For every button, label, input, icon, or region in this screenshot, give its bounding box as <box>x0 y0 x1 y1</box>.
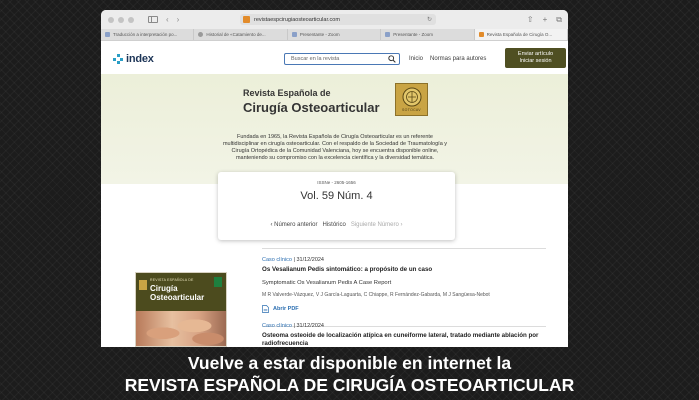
article-item: Caso clínico | 31/12/2024 Os Vesalianum … <box>262 257 552 313</box>
pdf-document-icon <box>262 305 269 313</box>
article-category[interactable]: Caso clínico <box>262 257 292 263</box>
search-input[interactable]: Buscar en la revista <box>284 53 400 65</box>
submit-article-label: Enviar artículo <box>517 51 554 57</box>
tab-favicon-icon <box>291 32 297 37</box>
caption-line2: REVISTA ESPAÑOLA DE CIRUGÍA OSTEOARTICUL… <box>124 375 575 395</box>
browser-tab[interactable]: Presentante - Zoom <box>288 29 382 40</box>
article-authors: M R Valverde-Vázquez, V J García-Laguart… <box>262 292 490 298</box>
issn-text: ISSNe - 2605-1656 <box>317 180 356 185</box>
site-favicon-icon <box>243 16 250 23</box>
cover-photo <box>136 311 226 346</box>
back-arrow-icon[interactable]: ‹ <box>166 15 169 24</box>
cover-small-title: REVISTA ESPAÑOLA DE <box>150 278 194 282</box>
nav-link-normas[interactable]: Normas para autores <box>430 56 486 62</box>
nav-link-inicio[interactable]: Inicio <box>409 56 423 62</box>
article-meta: Caso clínico | 31/12/2024 <box>262 323 552 329</box>
browser-toolbar: ‹ › revistaespcirugiaosteoarticular.com … <box>101 10 568 29</box>
history-link[interactable]: Histórico <box>322 222 345 228</box>
seal-label: SOTOCAV <box>402 108 421 112</box>
section-divider <box>262 248 546 249</box>
article-item: Caso clínico | 31/12/2024 Osteoma osteoi… <box>262 323 552 347</box>
search-placeholder: Buscar en la revista <box>291 56 340 62</box>
tab-favicon-icon <box>385 32 391 37</box>
tab-strip: Traducción a interpretación po... Histor… <box>101 29 568 41</box>
share-icon[interactable]: ⇧ <box>527 14 534 25</box>
tab-overview-icon[interactable]: ⧉ <box>556 14 562 25</box>
browser-tab-active[interactable]: Revista Española de Cirugía O... <box>474 29 568 40</box>
browser-tab[interactable]: Historial de «Catamiento de... <box>194 29 288 40</box>
tab-label: Presentante - Zoom <box>393 32 433 37</box>
minimize-window-button[interactable] <box>118 16 124 23</box>
forward-arrow-icon[interactable]: › <box>177 15 180 24</box>
tab-favicon-icon <box>198 32 204 37</box>
society-seal: SOTOCAV <box>395 83 428 116</box>
issue-card: ISSNe - 2605-1656 Vol. 59 Núm. 4 ‹ Númer… <box>218 172 455 240</box>
issue-navigation: ‹ Número anterior Histórico Siguiente Nú… <box>218 222 455 228</box>
next-issue-link: Siguiente Número › <box>350 222 403 228</box>
cover-emblem-icon <box>139 280 147 290</box>
search-icon[interactable] <box>388 55 396 63</box>
cover-title-line1: Cirugía <box>150 284 178 293</box>
tab-label: Historial de «Catamiento de... <box>206 32 266 37</box>
article-meta: Caso clínico | 31/12/2024 <box>262 257 552 263</box>
article-category[interactable]: Caso clínico <box>262 323 292 329</box>
journal-title-line2: Cirugía Osteoarticular <box>243 100 380 115</box>
submit-login-button[interactable]: Enviar artículo Iniciar sesión <box>505 48 566 68</box>
previous-issue-link[interactable]: ‹ Número anterior <box>270 222 317 228</box>
seal-emblem-icon <box>402 87 421 107</box>
tab-label: Presentante - Zoom <box>299 32 340 37</box>
address-bar[interactable]: revistaespcirugiaosteoarticular.com ↻ <box>240 14 436 25</box>
cover-badge-icon <box>214 277 222 287</box>
open-pdf-link[interactable]: Abrir PDF <box>262 305 552 313</box>
cover-header: REVISTA ESPAÑOLA DE Cirugía Osteoarticul… <box>136 273 226 311</box>
logo-mark-icon <box>113 54 123 64</box>
article-subtitle: Symptomatic Os Vesalianum Pedis A Case R… <box>262 280 392 286</box>
logo-text: index <box>126 53 154 65</box>
hero-section: Revista Española de Cirugía Osteoarticul… <box>101 74 568 184</box>
browser-tab[interactable]: Traducción a interpretación po... <box>101 29 195 40</box>
journal-title: Revista Española de Cirugía Osteoarticul… <box>243 88 380 115</box>
sidebar-toggle-icon[interactable] <box>148 16 158 23</box>
window-controls <box>108 16 134 23</box>
journal-description: Fundada en 1965, la Revista Española de … <box>222 134 448 161</box>
volume-number: Vol. 59 Núm. 4 <box>300 190 373 202</box>
caption-line1: Vuelve a estar disponible en internet la <box>187 353 512 373</box>
article-title[interactable]: Osteoma osteoide de localización atípica… <box>262 332 552 347</box>
journal-title-line1: Revista Española de <box>243 88 331 98</box>
article-title[interactable]: Os Vesalianum Pedis sintomático: a propó… <box>262 266 552 274</box>
close-window-button[interactable] <box>108 16 114 23</box>
url-text: revistaespcirugiaosteoarticular.com <box>254 16 340 23</box>
cover-title-line2: Osteoarticular <box>150 293 205 302</box>
browser-tab[interactable]: Presentante - Zoom <box>381 29 475 40</box>
tab-label: Revista Española de Cirugía O... <box>486 32 553 37</box>
issue-cover-image[interactable]: REVISTA ESPAÑOLA DE Cirugía Osteoarticul… <box>135 272 227 347</box>
article-date: 31/12/2024 <box>296 323 324 329</box>
zoom-window-button[interactable] <box>128 16 134 23</box>
tab-favicon-icon <box>478 32 484 37</box>
open-pdf-label: Abrir PDF <box>273 306 299 312</box>
login-label: Iniciar sesión <box>519 58 552 64</box>
site-logo[interactable]: index <box>113 53 154 65</box>
site-header: index Buscar en la revista Inicio Normas… <box>101 42 568 74</box>
tab-favicon-icon <box>105 32 110 37</box>
reload-icon[interactable]: ↻ <box>427 16 432 23</box>
article-date: 31/12/2024 <box>296 257 324 263</box>
tab-label: Traducción a interpretación po... <box>113 32 178 37</box>
browser-window: ‹ › revistaespcirugiaosteoarticular.com … <box>101 10 568 347</box>
main-nav: Inicio Normas para autores <box>409 56 486 62</box>
new-tab-icon[interactable]: + <box>543 14 548 25</box>
